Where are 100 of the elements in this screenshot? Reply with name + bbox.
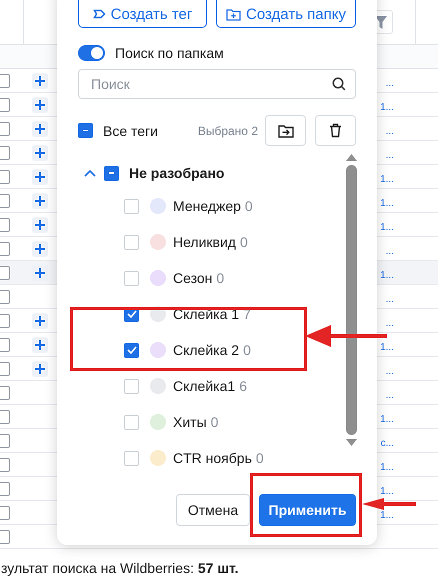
row-checkbox[interactable] [0, 530, 10, 544]
check-icon [126, 310, 136, 318]
table-link[interactable]: 1... [380, 463, 394, 473]
tag-count: 0 [210, 414, 218, 430]
plus-icon [35, 316, 45, 326]
table-link[interactable]: 1... [380, 199, 394, 209]
row-checkbox[interactable] [0, 218, 10, 232]
create-folder-button[interactable]: Создать папку [216, 0, 356, 28]
group-checkbox[interactable] [104, 166, 119, 180]
trash-icon [329, 123, 342, 138]
arrow [362, 498, 416, 510]
create-tag-button[interactable]: Создать тег [78, 0, 207, 28]
group-label: Не разобрано [129, 165, 224, 181]
tag-name: Хиты [173, 414, 207, 430]
tag-name: Менеджер [173, 198, 241, 214]
table-link[interactable]: ... [386, 151, 394, 161]
tag-name: Склейка1 [173, 378, 236, 394]
row-checkbox[interactable] [0, 146, 10, 160]
tag-name: Склейка 2 [173, 342, 240, 358]
row-checkbox[interactable] [0, 386, 10, 400]
apply-button[interactable]: Применить [259, 494, 356, 526]
filter-icon [375, 16, 387, 28]
add-button[interactable] [32, 240, 48, 256]
row-checkbox[interactable] [0, 170, 10, 184]
selected-count: Выбрано 2 [198, 124, 258, 138]
row-checkbox[interactable] [0, 242, 10, 256]
row-checkbox[interactable] [0, 122, 10, 136]
plus-icon [35, 148, 45, 158]
plus-icon [35, 100, 45, 110]
row-checkbox[interactable] [0, 458, 10, 472]
plus-icon [35, 268, 45, 278]
tag-count: 0 [244, 198, 253, 214]
scroll-up-icon[interactable] [346, 154, 356, 161]
table-link[interactable]: ... [386, 295, 394, 305]
add-button[interactable] [32, 312, 48, 328]
add-button[interactable] [32, 216, 48, 232]
scroll-down-icon[interactable] [346, 439, 356, 446]
tag-icon [92, 9, 106, 19]
table-link[interactable]: ... [386, 391, 394, 401]
table-link[interactable]: 1... [380, 415, 394, 425]
folder-plus-icon [226, 8, 241, 20]
row-checkbox[interactable] [0, 74, 10, 88]
table-link[interactable]: ... [386, 79, 394, 89]
table-link[interactable]: ... [386, 367, 394, 377]
search-icon [332, 77, 346, 91]
add-button[interactable] [32, 144, 48, 160]
search-result-text: зультат поиска на Wildberries: 57 шт. [0, 559, 240, 576]
plus-icon [35, 340, 45, 350]
row-checkbox[interactable] [0, 266, 10, 280]
row-checkbox[interactable] [0, 482, 10, 496]
table-link[interactable]: 1... [380, 223, 394, 233]
move-to-folder-button[interactable] [265, 115, 306, 146]
table-link[interactable]: 1... [380, 511, 394, 521]
tag-count: 0 [240, 234, 248, 250]
row-checkbox[interactable] [0, 98, 10, 112]
row-checkbox[interactable] [0, 506, 10, 520]
table-link[interactable]: ... [386, 247, 394, 257]
table-link[interactable]: 1... [380, 175, 394, 185]
tag-checkbox[interactable] [124, 342, 139, 358]
table-link[interactable]: 1... [380, 271, 394, 281]
plus-icon [35, 364, 45, 374]
row-checkbox[interactable] [0, 194, 10, 208]
caret-icon[interactable] [84, 169, 96, 177]
row-checkbox[interactable] [0, 362, 10, 376]
plus-icon [35, 124, 45, 134]
add-button[interactable] [32, 168, 48, 184]
row-checkbox[interactable] [0, 314, 10, 328]
table-link[interactable]: 1... [380, 103, 394, 113]
row-checkbox[interactable] [0, 434, 10, 448]
table-link[interactable]: 1... [380, 487, 394, 497]
add-button[interactable] [32, 336, 48, 352]
toggle-label: Поиск по папкам [115, 45, 224, 61]
folder-arrow-icon [278, 124, 294, 138]
table-link[interactable]: 1... [380, 343, 394, 353]
add-button[interactable] [32, 120, 48, 136]
add-button[interactable] [32, 360, 48, 376]
tag-name: CTR ноябрь [173, 450, 252, 466]
cancel-button[interactable]: Отмена [176, 494, 250, 526]
scrollbar-thumb[interactable] [346, 165, 356, 435]
add-button[interactable] [32, 264, 48, 280]
table-link[interactable]: ... [386, 127, 394, 137]
tag-name: Сезон [173, 270, 212, 286]
add-button[interactable] [32, 72, 48, 88]
tag-count: 0 [243, 342, 251, 358]
plus-icon [35, 244, 45, 254]
delete-button[interactable] [315, 115, 356, 146]
add-button[interactable] [32, 192, 48, 208]
check-icon [126, 346, 136, 354]
row-checkbox[interactable] [0, 290, 10, 304]
all-tags-checkbox[interactable] [78, 123, 93, 138]
row-checkbox[interactable] [0, 410, 10, 424]
add-button[interactable] [32, 96, 48, 112]
row-checkbox[interactable] [0, 338, 10, 352]
folder-search-toggle[interactable] [78, 45, 105, 61]
table-link[interactable]: ... [386, 319, 394, 329]
tag-count: 0 [216, 270, 224, 286]
table-link[interactable]: c... [380, 439, 394, 449]
all-tags-label: Все теги [103, 122, 159, 138]
search-field[interactable]: Поиск [78, 69, 356, 99]
plus-icon [35, 196, 45, 206]
